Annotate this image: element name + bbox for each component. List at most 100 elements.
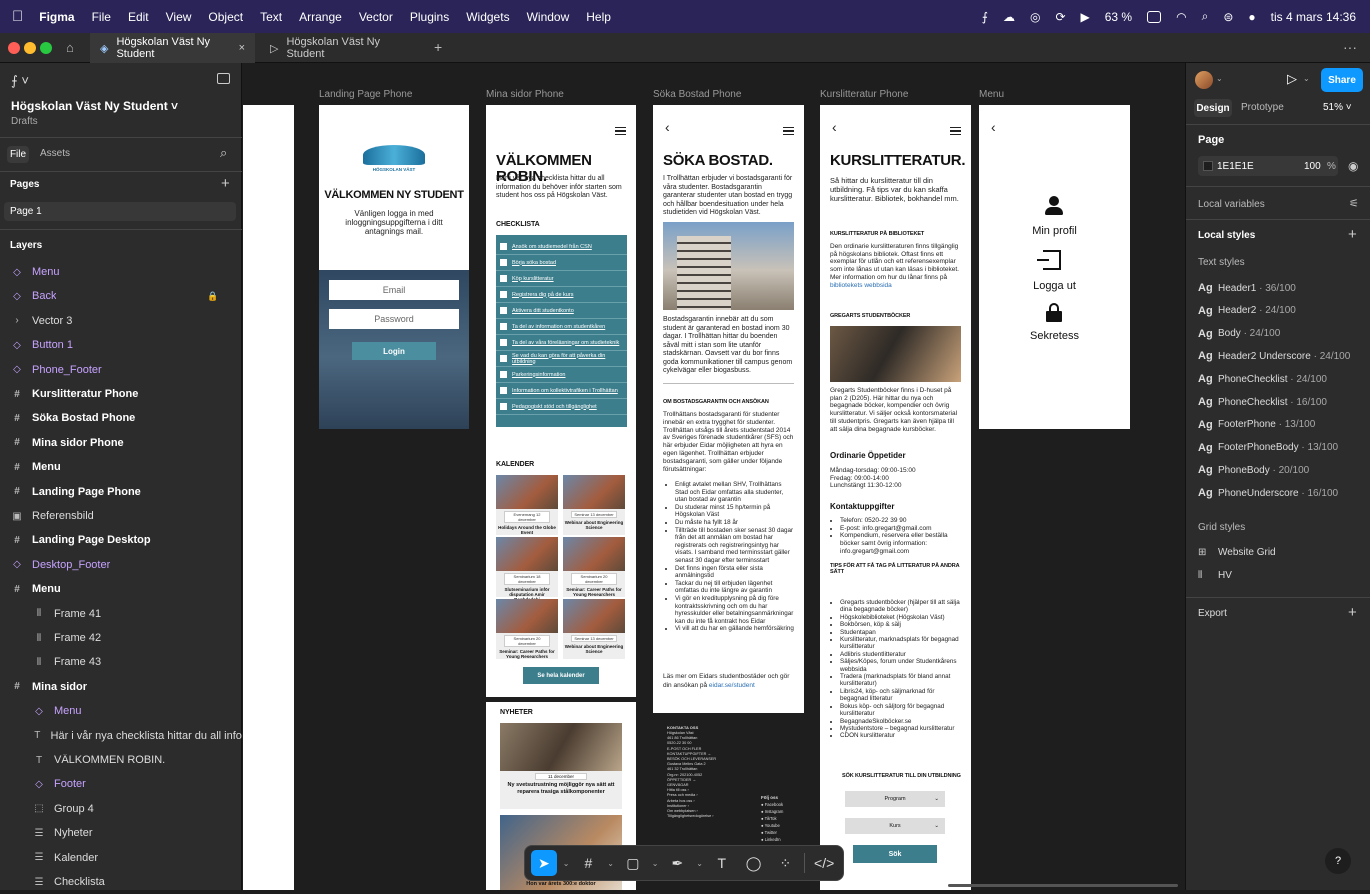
page-color-hex[interactable]: 1E1E1E bbox=[1217, 161, 1254, 172]
tab-prototype[interactable]: ▷ Högskolan Väst Ny Student bbox=[260, 33, 425, 63]
avatar[interactable] bbox=[1195, 71, 1213, 89]
layer-item[interactable]: # Menu bbox=[0, 455, 242, 479]
mina-sidor-phone-frame[interactable]: VÄLKOMMEN ROBIN. Här i vår nya checklist… bbox=[486, 105, 636, 890]
chevron-down-icon[interactable]: ⌄ bbox=[563, 859, 570, 868]
new-tab-icon[interactable]: + bbox=[434, 39, 442, 55]
file-title[interactable]: Högskolan Väst Ny Student ˅ bbox=[11, 99, 178, 113]
hamburger-menu-icon[interactable] bbox=[783, 127, 794, 135]
checkbox[interactable] bbox=[500, 323, 507, 330]
layer-item[interactable]: ▣ Referensbild bbox=[0, 504, 242, 528]
social-link[interactable]: ● Youtube bbox=[761, 822, 801, 829]
library-link[interactable]: bibliotekets webbsida bbox=[830, 282, 892, 289]
close-window-button[interactable] bbox=[8, 42, 20, 54]
calendar-event-card[interactable]: Seminarium 20 december Seminar: Career Pa… bbox=[563, 537, 625, 597]
back-arrow-icon[interactable]: ‹ bbox=[832, 119, 837, 135]
cloud-icon[interactable]: ☁ bbox=[1003, 10, 1015, 24]
menu-arrange[interactable]: Arrange bbox=[299, 10, 342, 24]
layer-item[interactable]: T VÄLKOMMEN ROBIN. bbox=[0, 748, 242, 772]
checklist-item[interactable]: Information om kollektivtrafiken i Troll… bbox=[496, 383, 627, 399]
frame-label[interactable]: Landing Page Phone bbox=[319, 89, 412, 100]
maximize-window-button[interactable] bbox=[40, 42, 52, 54]
more-icon[interactable]: ··· bbox=[1343, 39, 1357, 55]
menu-window[interactable]: Window bbox=[527, 10, 570, 24]
chevron-down-icon[interactable]: ⌄ bbox=[652, 859, 659, 868]
menu-vector[interactable]: Vector bbox=[359, 10, 393, 24]
layer-item[interactable]: ⫴ Frame 42 bbox=[0, 626, 242, 650]
frame-tool-icon[interactable]: # bbox=[575, 850, 601, 876]
back-arrow-icon[interactable]: ‹ bbox=[665, 119, 670, 135]
frame-label[interactable]: Mina sidor Phone bbox=[486, 89, 564, 100]
layer-item[interactable]: ☰ Nyheter bbox=[0, 821, 242, 845]
checkbox[interactable] bbox=[500, 339, 507, 346]
comment-tool-icon[interactable]: ◯ bbox=[741, 850, 767, 876]
add-export-icon[interactable]: + bbox=[1348, 604, 1357, 621]
layer-item[interactable]: ◇ Phone_Footer bbox=[0, 358, 242, 382]
menu-phone-frame[interactable]: ‹ Min profil Logga ut Sekretess bbox=[979, 105, 1130, 429]
siri-icon[interactable]: ● bbox=[1248, 10, 1255, 24]
frame-label[interactable]: Menu bbox=[979, 89, 1004, 100]
back-arrow-icon[interactable]: ‹ bbox=[991, 119, 996, 135]
checklist-item[interactable]: Ta del av våra föreläsningar om studiete… bbox=[496, 335, 627, 351]
share-button[interactable]: Share bbox=[1321, 68, 1363, 92]
layer-item[interactable]: # Landing Page Phone bbox=[0, 480, 242, 504]
pen-tool-icon[interactable]: ✒ bbox=[664, 850, 690, 876]
checkbox[interactable] bbox=[500, 243, 507, 250]
course-select[interactable]: Kurs ⌄ bbox=[845, 818, 945, 834]
email-field[interactable]: Email bbox=[329, 280, 459, 300]
layer-item[interactable]: ☰ Kalender bbox=[0, 846, 242, 870]
page-opacity[interactable]: 100 bbox=[1304, 161, 1321, 172]
checkbox[interactable] bbox=[500, 259, 507, 266]
landing-page-phone-frame[interactable]: HÖGSKOLAN VÄST VÄLKOMMEN NY STUDENT Vänl… bbox=[319, 105, 469, 429]
text-style-item[interactable]: Ag PhoneUnderscore · 16/100 bbox=[1198, 483, 1338, 503]
layer-item[interactable]: ☰ Checklista bbox=[0, 870, 242, 894]
text-style-item[interactable]: Ag FooterPhoneBody · 13/100 bbox=[1198, 438, 1338, 458]
see-calendar-button[interactable]: Se hela kalender bbox=[523, 667, 599, 684]
menu-text[interactable]: Text bbox=[260, 10, 282, 24]
figma-tray-icon[interactable]: ⨍ bbox=[982, 10, 988, 24]
footer-line[interactable]: E-POST OCH FLER KONTAKTUPPGIFTER → bbox=[667, 747, 737, 757]
frame-label[interactable]: Kurslitteratur Phone bbox=[820, 89, 908, 100]
menu-view[interactable]: View bbox=[166, 10, 192, 24]
zoom-level[interactable]: 51% ˅ bbox=[1323, 102, 1352, 113]
checklist-item[interactable]: Registrera dig på de kurs bbox=[496, 287, 627, 303]
apple-icon[interactable]:  bbox=[12, 8, 23, 25]
social-link[interactable]: ● Twitter bbox=[761, 829, 801, 836]
tab-prototype[interactable]: Prototype bbox=[1241, 102, 1284, 113]
canvas[interactable]: Landing Page Phone HÖGSKOLAN VÄST VÄLKOM… bbox=[243, 63, 1184, 890]
variables-icon[interactable]: ⚟ bbox=[1349, 197, 1359, 210]
layer-item[interactable]: ⫴ Frame 43 bbox=[0, 650, 242, 674]
dev-mode-icon[interactable]: </> bbox=[811, 850, 837, 876]
menu-object[interactable]: Object bbox=[208, 10, 243, 24]
layer-item[interactable]: # Landing Page Desktop bbox=[0, 528, 242, 552]
grid-style-website[interactable]: ⊞ Website Grid bbox=[1198, 542, 1276, 562]
lock-icon[interactable]: 🔒 bbox=[207, 291, 218, 302]
checkbox[interactable] bbox=[500, 387, 507, 394]
checkbox[interactable] bbox=[500, 291, 507, 298]
layer-item[interactable]: ◇ Desktop_Footer bbox=[0, 553, 242, 577]
rectangle-tool-icon[interactable]: ▢ bbox=[620, 850, 646, 876]
checkbox[interactable] bbox=[500, 307, 507, 314]
layer-item[interactable]: ◇ Button 1 bbox=[0, 333, 242, 357]
sync-icon[interactable]: ⟳ bbox=[1055, 10, 1065, 24]
minimize-window-button[interactable] bbox=[24, 42, 36, 54]
play-circle-icon[interactable]: ▶ bbox=[1081, 10, 1090, 24]
layer-item[interactable]: # Mina sidor Phone bbox=[0, 431, 242, 455]
grid-style-hv[interactable]: ⫴ HV bbox=[1198, 565, 1232, 585]
add-style-icon[interactable]: + bbox=[1348, 226, 1357, 243]
login-button[interactable]: Login bbox=[352, 342, 436, 360]
chevron-down-icon[interactable]: ⌄ bbox=[607, 859, 614, 868]
checkbox[interactable] bbox=[500, 275, 507, 282]
control-center-icon[interactable]: ⊜ bbox=[1223, 10, 1233, 24]
checklist-item[interactable]: Köp kurslitteratur bbox=[496, 271, 627, 287]
checklist-item[interactable]: Aktivera ditt studentkonto bbox=[496, 303, 627, 319]
layer-item[interactable]: # Menu bbox=[0, 577, 242, 601]
menu-app-name[interactable]: Figma bbox=[39, 10, 74, 24]
menu-item-privacy[interactable]: Sekretess bbox=[979, 330, 1130, 342]
checklist-item[interactable]: Börja söka bostad bbox=[496, 255, 627, 271]
text-style-item[interactable]: Ag PhoneChecklist · 16/100 bbox=[1198, 392, 1327, 412]
soka-bostad-phone-frame[interactable]: ‹ SÖKA BOSTAD. I Trollhättan erbjuder vi… bbox=[653, 105, 804, 713]
move-tool-icon[interactable]: ➤ bbox=[531, 850, 557, 876]
checklist-item[interactable]: Se vad du kan göra för att påverka din u… bbox=[496, 351, 627, 367]
layer-item[interactable]: ◇ Back 🔒 bbox=[0, 284, 242, 308]
frame-label[interactable]: Söka Bostad Phone bbox=[653, 89, 741, 100]
